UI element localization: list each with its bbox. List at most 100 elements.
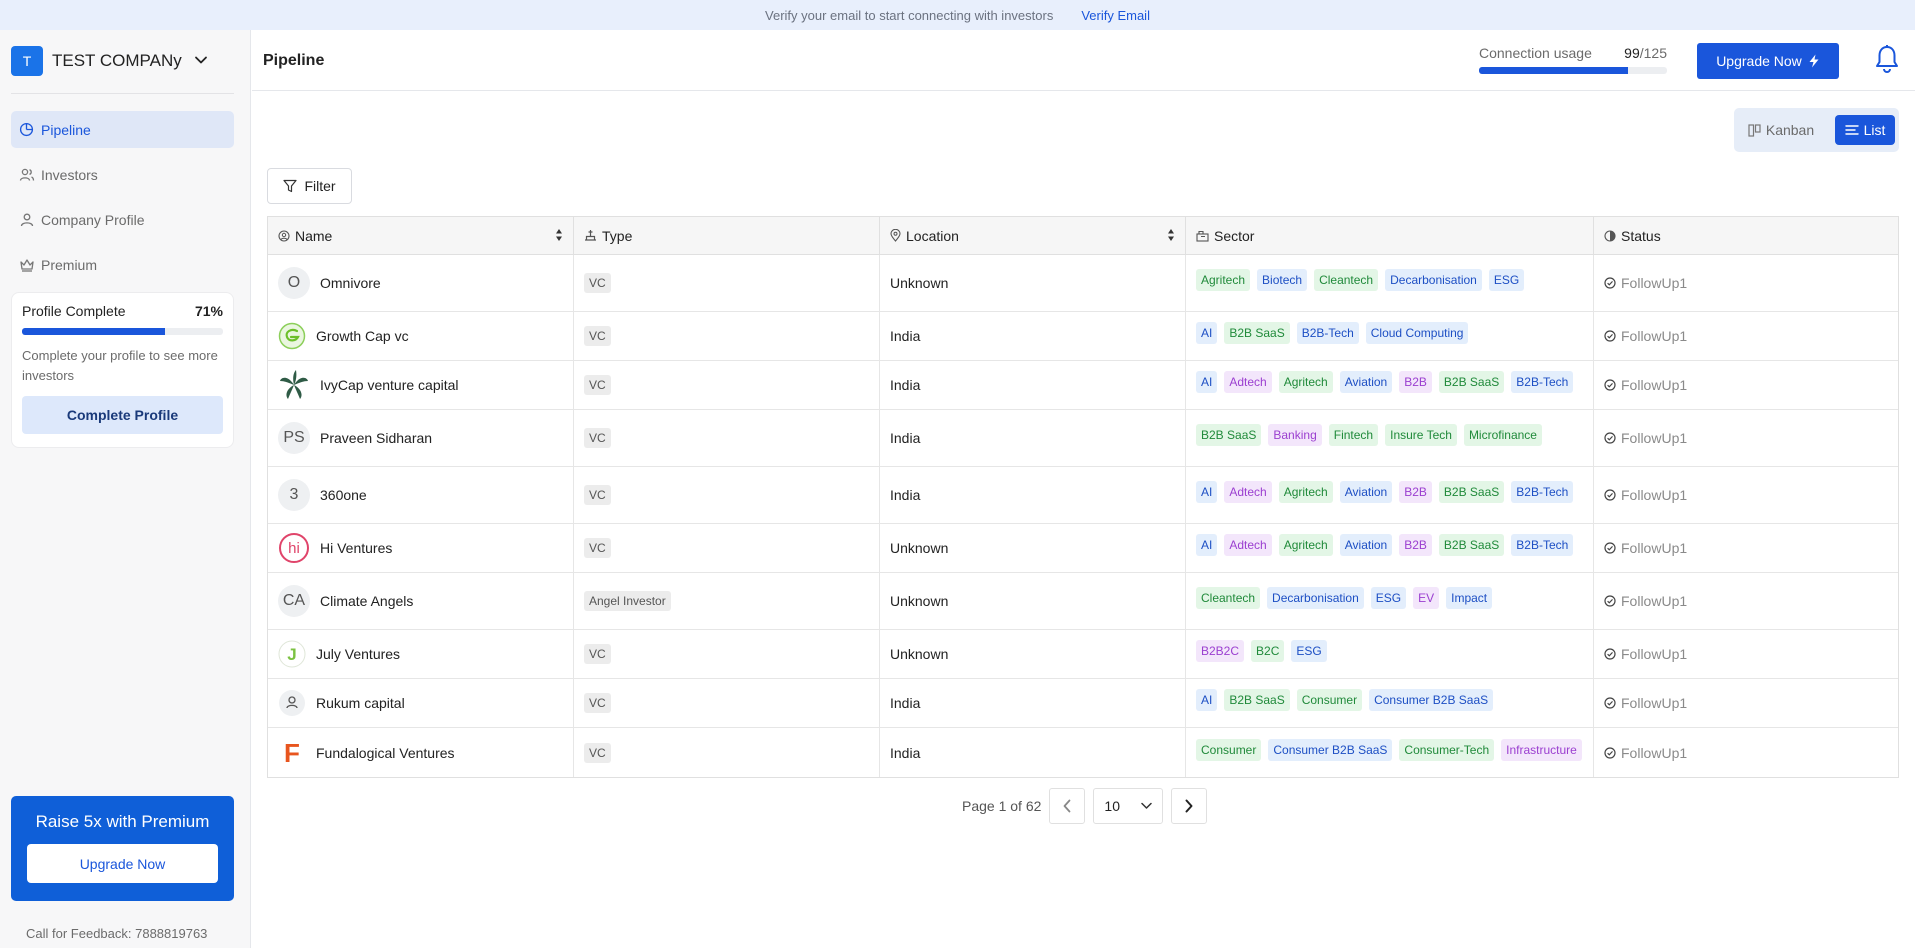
investor-name[interactable]: Climate Angels: [320, 593, 413, 609]
table-row[interactable]: Rukum capital VC India AI B2B SaaS Consumer Co…: [268, 679, 1898, 728]
investor-location: India: [890, 328, 921, 344]
profile-complete-percent: 71%: [194, 303, 223, 319]
column-header-label: Type: [602, 227, 633, 244]
investor-avatar: J: [278, 640, 306, 668]
sort-icon[interactable]: [555, 228, 563, 245]
investor-name[interactable]: IvyCap venture capital: [320, 377, 459, 393]
chevron-down-icon: [194, 53, 208, 70]
investor-name[interactable]: 360one: [320, 487, 367, 503]
status-badge[interactable]: FollowUp1: [1604, 377, 1687, 393]
status-badge[interactable]: FollowUp1: [1604, 695, 1687, 711]
complete-profile-button[interactable]: Complete Profile: [22, 396, 223, 434]
sector-tag: AI: [1196, 534, 1218, 556]
sector-tag: Consumer: [1296, 689, 1363, 711]
status-badge[interactable]: FollowUp1: [1604, 540, 1687, 556]
investor-name[interactable]: Fundalogical Ventures: [316, 745, 455, 761]
cell-location: India: [880, 679, 1186, 727]
sector-tag: AI: [1196, 481, 1218, 503]
company-logo: T: [11, 46, 43, 76]
table-row[interactable]: O Omnivore VC Unknown Agritech Biotech Cleante…: [268, 255, 1898, 312]
status-badge[interactable]: FollowUp1: [1604, 328, 1687, 344]
sector-tag: B2B-Tech: [1511, 534, 1574, 556]
connection-usage: Connection usage 99/125: [1479, 45, 1667, 74]
next-page-button[interactable]: [1171, 788, 1208, 824]
table-row[interactable]: CA Climate Angels Angel Investor Unknown Cle…: [268, 573, 1898, 630]
investor-name[interactable]: Growth Cap vc: [316, 328, 409, 344]
status-badge[interactable]: FollowUp1: [1604, 593, 1687, 609]
column-header-status[interactable]: Status: [1594, 217, 1898, 254]
investor-location: India: [890, 377, 921, 393]
sector-tag: Agritech: [1278, 481, 1333, 503]
cell-name: hi Hi Ventures: [268, 524, 574, 572]
table-row[interactable]: IvyCap venture capital VC India AI Adtech Agr…: [268, 361, 1898, 410]
cell-location: Unknown: [880, 630, 1186, 678]
sort-icon[interactable]: [1167, 228, 1175, 245]
sector-tag: Insure Tech: [1385, 424, 1457, 446]
status-badge[interactable]: FollowUp1: [1604, 646, 1687, 662]
investor-avatar: F: [278, 739, 306, 767]
cell-name: J July Ventures: [268, 630, 574, 678]
sidebar-item-investors[interactable]: Investors: [11, 156, 234, 193]
sector-tag: ESG: [1488, 269, 1525, 291]
filter-button[interactable]: Filter: [267, 168, 352, 204]
investor-name[interactable]: Rukum capital: [316, 695, 405, 711]
table-row[interactable]: F Fundalogical Ventures VC India Consumer Con…: [268, 728, 1898, 777]
table-row[interactable]: PS Praveen Sidharan VC India B2B SaaS Banking…: [268, 410, 1898, 467]
upgrade-now-button[interactable]: Upgrade Now: [1697, 43, 1839, 79]
table-row[interactable]: 3 360one VC India AI Adtech Agritech Aviation B2…: [268, 467, 1898, 524]
sidebar-item-premium[interactable]: Premium: [11, 246, 234, 283]
column-header-type[interactable]: Type: [574, 217, 880, 254]
investor-name[interactable]: Praveen Sidharan: [320, 430, 432, 446]
status-badge[interactable]: FollowUp1: [1604, 430, 1687, 446]
status-label: FollowUp1: [1621, 593, 1688, 609]
column-header-name[interactable]: Name: [268, 217, 574, 254]
premium-promo-card: Raise 5x with Premium Upgrade Now: [11, 796, 234, 901]
notification-bell-icon[interactable]: [1874, 44, 1900, 74]
investor-type-tag: VC: [584, 742, 611, 763]
list-icon: [1844, 124, 1859, 136]
cell-name: Growth Cap vc: [268, 312, 574, 360]
table-row[interactable]: Growth Cap vc VC India AI B2B SaaS B2B-Tech Cl…: [268, 312, 1898, 361]
status-label: FollowUp1: [1621, 695, 1688, 711]
sidebar-item-pipeline[interactable]: Pipeline: [11, 111, 234, 148]
status-badge[interactable]: FollowUp1: [1604, 745, 1687, 761]
cell-type: VC: [574, 728, 880, 777]
connection-usage-label: Connection usage: [1479, 45, 1592, 61]
table-row[interactable]: hi Hi Ventures VC Unknown AI Adtech Agritech Av…: [268, 524, 1898, 573]
cell-location: India: [880, 467, 1186, 523]
table-row[interactable]: J July Ventures VC Unknown B2B2C B2C ESG Follow…: [268, 630, 1898, 679]
status-badge[interactable]: FollowUp1: [1604, 487, 1687, 503]
status-label: FollowUp1: [1621, 328, 1688, 344]
verify-email-link[interactable]: Verify Email: [1081, 8, 1150, 23]
column-header-sector[interactable]: Sector: [1186, 217, 1594, 254]
sector-tag: B2B2C: [1196, 640, 1245, 662]
connection-usage-bar: [1479, 67, 1667, 74]
investor-pipeline-table: Name Type Location Sector Status O Omniv…: [267, 216, 1899, 778]
investor-location: Unknown: [890, 646, 949, 662]
investor-avatar: [278, 322, 306, 350]
cell-status: FollowUp1: [1594, 679, 1898, 727]
previous-page-button[interactable]: [1049, 788, 1086, 824]
svg-text:J: J: [287, 645, 296, 664]
sector-tag: B2B SaaS: [1224, 689, 1290, 711]
cell-sector: AI Adtech Agritech Aviation B2B B2B SaaS B2B-T…: [1186, 524, 1594, 572]
kanban-view-button[interactable]: Kanban: [1742, 115, 1820, 145]
page-indicator: Page 1 of 62: [962, 798, 1042, 814]
status-badge[interactable]: FollowUp1: [1604, 275, 1687, 291]
check-circle-icon: [1604, 697, 1616, 709]
investor-name[interactable]: Hi Ventures: [320, 540, 392, 556]
investor-name[interactable]: July Ventures: [316, 646, 400, 662]
profile-complete-card: Profile Complete 71% Complete your profi…: [11, 292, 234, 448]
company-switcher[interactable]: T TEST COMPANy: [11, 46, 234, 76]
cell-name: CA Climate Angels: [268, 573, 574, 629]
profile-progress-fill: [22, 328, 165, 335]
sidebar-item-company-profile[interactable]: Company Profile: [11, 201, 234, 238]
sidebar-nav: Pipeline Investors Company Profile Premi…: [11, 111, 234, 291]
investor-avatar: PS: [278, 422, 310, 454]
column-header-location[interactable]: Location: [880, 217, 1186, 254]
investor-name[interactable]: Omnivore: [320, 275, 381, 291]
chevron-down-icon: [1141, 802, 1153, 810]
sidebar-upgrade-button[interactable]: Upgrade Now: [27, 844, 218, 883]
list-view-button[interactable]: List: [1835, 115, 1895, 145]
page-size-select[interactable]: 10: [1093, 788, 1164, 824]
